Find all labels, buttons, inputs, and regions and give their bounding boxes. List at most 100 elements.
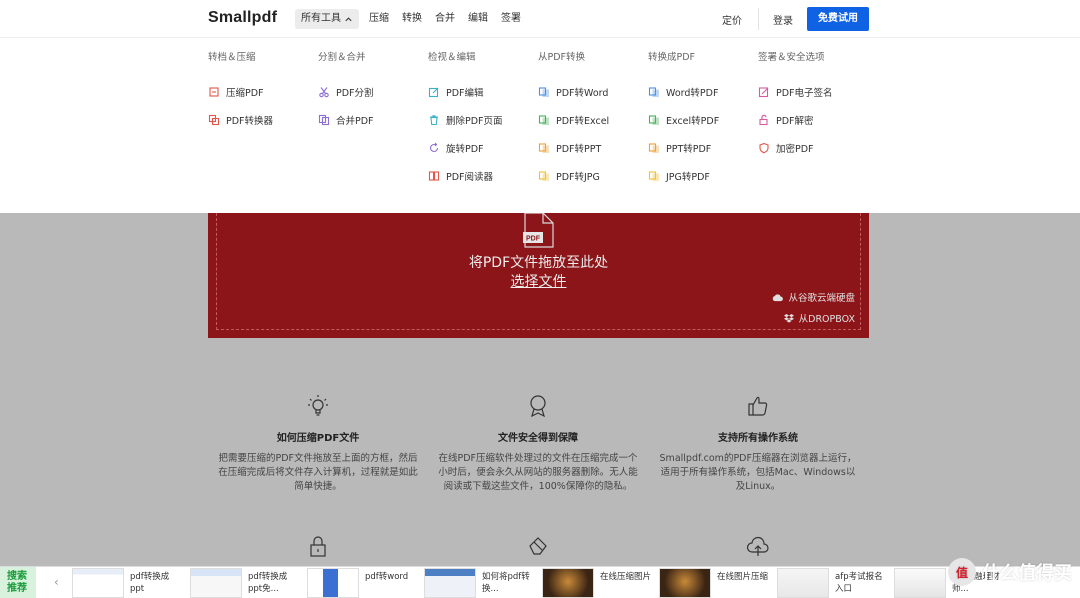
tool-item[interactable]: PDF分割 xyxy=(318,78,428,106)
recommend-thumbnail xyxy=(542,568,594,598)
recommend-text: 在线压缩图片 xyxy=(600,572,652,582)
all-tools-dropdown: 转档＆压缩压缩PDF PDF转换器 分割＆合并 PDF分割 合并PDF 检视＆编辑 PDF编… xyxy=(0,38,1080,213)
choose-file-label: 选择文件 xyxy=(510,274,567,290)
tool-item[interactable]: PDF转Excel xyxy=(538,106,648,134)
dropbox-icon xyxy=(783,314,794,323)
recommend-item[interactable]: 在线图片压缩 xyxy=(659,567,769,598)
tool-label: PDF转换器 xyxy=(226,116,274,127)
tool-label: PPT转PDF xyxy=(666,144,712,155)
tool-label: JPG转PDF xyxy=(666,172,710,183)
recommend-thumbnail xyxy=(190,568,242,598)
feature-platforms: 支持所有操作系统 Smallpdf.com的PDF压缩器在浏览器上运行，适用于所… xyxy=(658,393,858,494)
pricing-link[interactable]: 定价 xyxy=(722,12,742,27)
file-drop-zone[interactable]: PDF 将PDF文件拖放至此处 选择文件 从谷歌云端硬盘 从DROPBOX xyxy=(208,212,869,338)
watermark: 值 什么值得买 xyxy=(948,558,1072,586)
nav-compress[interactable]: 压缩 xyxy=(369,9,389,29)
nav-merge[interactable]: 合并 xyxy=(435,9,455,29)
compress-icon xyxy=(208,86,220,98)
tool-item[interactable]: Excel转PDF xyxy=(648,106,758,134)
recommend-label: 搜索推荐 xyxy=(0,567,36,598)
pdf-file-icon: PDF xyxy=(523,212,555,253)
pdf-jpg-icon xyxy=(538,170,550,182)
recommend-item[interactable]: 在线压缩图片 xyxy=(542,567,652,598)
tool-item[interactable]: PDF电子签名 xyxy=(758,78,868,106)
sign-icon xyxy=(758,86,770,98)
nav-convert[interactable]: 转换 xyxy=(402,9,422,29)
dropdown-column: 转档＆压缩压缩PDF PDF转换器 xyxy=(208,50,318,134)
column-title: 检视＆编辑 xyxy=(428,52,476,63)
excel-pdf-icon xyxy=(648,114,660,126)
tool-label: PDF转Word xyxy=(556,88,609,99)
tool-item[interactable]: PDF阅读器 xyxy=(428,162,538,190)
lightbulb-icon xyxy=(218,393,418,419)
column-title: 签署＆安全选项 xyxy=(758,52,825,63)
logo[interactable]: Smallpdf xyxy=(208,9,277,27)
column-title: 分割＆合并 xyxy=(318,52,366,63)
recommend-text: 如何将pdf转换... xyxy=(482,572,530,594)
pdf-excel-icon xyxy=(538,114,550,126)
header-actions: 定价 登录 免费试用 xyxy=(722,7,869,31)
drop-instruction: 将PDF文件拖放至此处 xyxy=(468,255,609,271)
recommend-text: afp考试报名入口 xyxy=(835,572,883,594)
tool-item[interactable]: PDF转JPG xyxy=(538,162,648,190)
tool-item[interactable]: 旋转PDF xyxy=(428,134,538,162)
feature-security: 文件安全得到保障 在线PDF压缩软件处理过的文件在压缩完成一个小时后，便会永久从… xyxy=(438,393,638,494)
choose-file-link[interactable]: 选择文件 xyxy=(208,271,869,291)
dropbox-label: 从DROPBOX xyxy=(798,314,855,325)
chevron-up-icon xyxy=(345,16,352,21)
nav-all-tools-label: 所有工具 xyxy=(301,13,341,24)
feature-desc: Smallpdf.com的PDF压缩器在浏览器上运行，适用于所有操作系统，包括M… xyxy=(659,453,857,492)
recommend-thumbnail xyxy=(659,568,711,598)
lock-icon xyxy=(310,536,326,557)
column-title: 从PDF转换 xyxy=(538,52,586,63)
login-link[interactable]: 登录 xyxy=(773,12,793,27)
nav-edit[interactable]: 编辑 xyxy=(468,9,488,29)
tool-item[interactable]: PDF转PPT xyxy=(538,134,648,162)
chevron-left-icon[interactable]: ‹ xyxy=(54,575,59,589)
recommend-text: 在线图片压缩 xyxy=(717,572,769,582)
merge-icon xyxy=(318,114,330,126)
pdf-ppt-icon xyxy=(538,142,550,154)
recommend-thumbnail xyxy=(777,568,829,598)
recommend-item[interactable]: 如何将pdf转换... xyxy=(424,567,534,598)
unlock-icon xyxy=(758,114,770,126)
google-drive-label: 从谷歌云端硬盘 xyxy=(788,293,855,304)
nav-sign[interactable]: 签署 xyxy=(501,9,521,29)
recommend-item[interactable]: pdf转换成ppt免... xyxy=(190,567,300,598)
tool-label: Word转PDF xyxy=(666,88,719,99)
tool-item[interactable]: JPG转PDF xyxy=(648,162,758,190)
tool-item[interactable]: Word转PDF xyxy=(648,78,758,106)
tool-label: Excel转PDF xyxy=(666,116,720,127)
tool-label: PDF转PPT xyxy=(556,144,602,155)
tool-item[interactable]: 合并PDF xyxy=(318,106,428,134)
recommend-item[interactable]: pdf转换成ppt xyxy=(72,567,182,598)
cloud-icon xyxy=(773,293,784,301)
tool-item[interactable]: 加密PDF xyxy=(758,134,868,162)
tool-item[interactable]: PDF转Word xyxy=(538,78,648,106)
tool-item[interactable]: PDF解密 xyxy=(758,106,868,134)
tool-item[interactable]: PPT转PDF xyxy=(648,134,758,162)
tool-label: PDF阅读器 xyxy=(446,172,494,183)
feature-desc: 把需要压缩的PDF文件拖放至上面的方框，然后在压缩完成后将文件存入计算机，过程就… xyxy=(218,453,418,492)
tool-item[interactable]: PDF编辑 xyxy=(428,78,538,106)
dropbox-link[interactable]: 从DROPBOX xyxy=(783,311,855,325)
tool-item[interactable]: PDF转换器 xyxy=(208,106,318,134)
nav-all-tools[interactable]: 所有工具 xyxy=(295,9,359,29)
feature-title: 文件安全得到保障 xyxy=(498,433,578,444)
recommend-item[interactable]: afp考试报名入口 xyxy=(777,567,887,598)
cloud-upload-icon xyxy=(746,536,769,556)
convert-icon xyxy=(208,114,220,126)
tool-item[interactable]: 压缩PDF xyxy=(208,78,318,106)
search-recommend-bar: 搜索推荐 ‹ pdf转换成ppt pdf转换成ppt免... pdf转word 如何将… xyxy=(0,566,1080,598)
top-header: Smallpdf 所有工具 压缩 转换 合并 编辑 签署 定价 登录 免费试用 xyxy=(0,0,1080,38)
column-title: 转档＆压缩 xyxy=(208,52,256,63)
recommend-item[interactable]: pdf转word xyxy=(307,567,417,598)
pdf-word-icon xyxy=(538,86,550,98)
google-drive-link[interactable]: 从谷歌云端硬盘 xyxy=(772,290,855,304)
dropdown-column: 检视＆编辑 PDF编辑 删除PDF页面 旋转PDF PDF阅读器 xyxy=(428,50,538,190)
tool-label: 压缩PDF xyxy=(226,88,264,99)
edit-icon xyxy=(428,86,440,98)
tool-item[interactable]: 删除PDF页面 xyxy=(428,106,538,134)
thumbs-up-icon xyxy=(658,393,858,419)
free-trial-button[interactable]: 免费试用 xyxy=(807,7,869,31)
